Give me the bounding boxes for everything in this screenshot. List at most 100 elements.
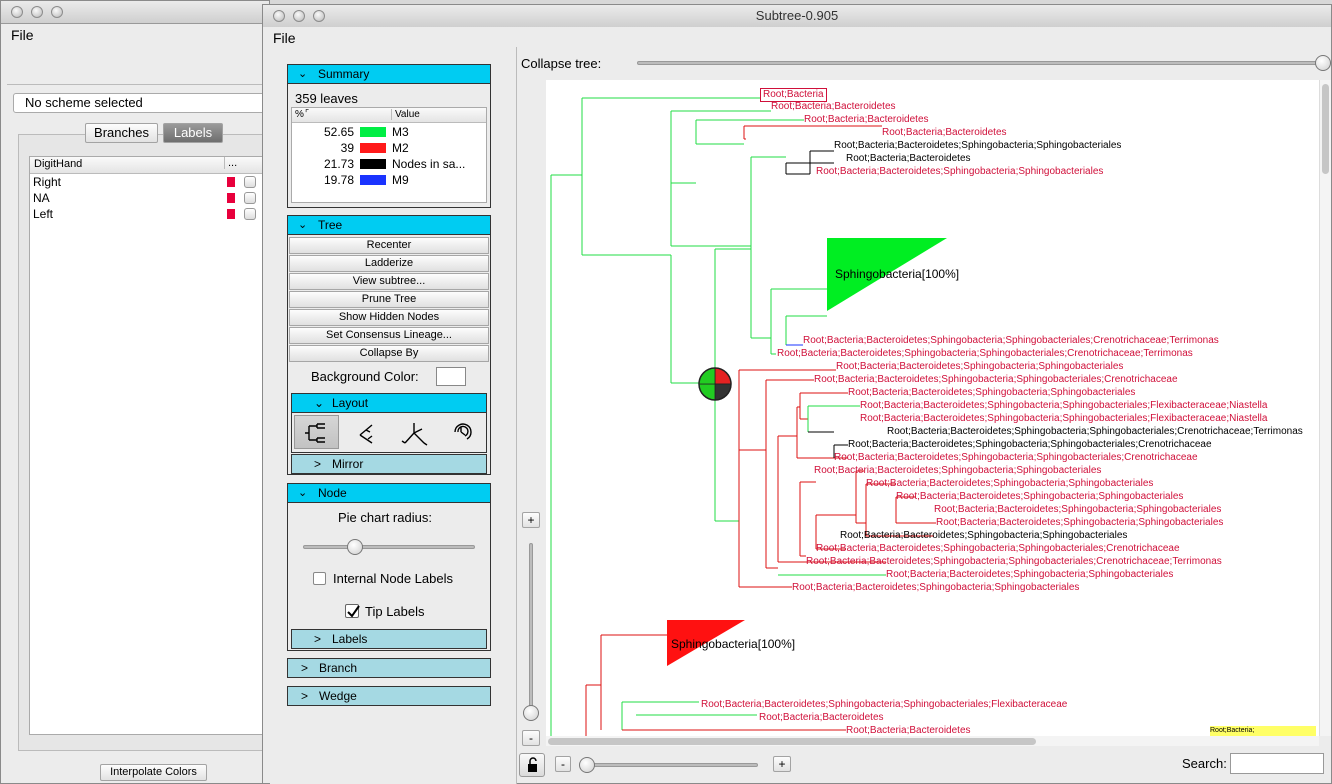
tip-label[interactable]: Root;Bacteria;Bacteroidetes;Sphingobacte… bbox=[816, 543, 1180, 555]
tip-label[interactable]: Root;Bacteria bbox=[760, 88, 827, 102]
row-toggle-button[interactable] bbox=[244, 176, 256, 188]
tip-label[interactable]: Root;Bacteria;Bacteroidetes;Sphingobacte… bbox=[887, 426, 1303, 438]
collapse-tree-track[interactable] bbox=[637, 61, 1327, 65]
tree-header[interactable]: ⌄ Tree bbox=[287, 215, 491, 235]
vertical-scrollbar[interactable] bbox=[1319, 80, 1331, 736]
tip-label[interactable]: Root;Bacteria;Bacteroidetes bbox=[759, 712, 884, 724]
table-header-digit-hand[interactable]: DigitHand bbox=[34, 158, 82, 170]
horizontal-scrollbar[interactable] bbox=[546, 736, 1319, 746]
vertical-zoom-track[interactable] bbox=[529, 543, 533, 713]
tip-label[interactable]: Root;Bacteria;Bacteroidetes;Sphingobacte… bbox=[936, 517, 1223, 529]
show-hidden-nodes-button[interactable]: Show Hidden Nodes bbox=[289, 309, 489, 326]
tab-labels[interactable]: Labels bbox=[163, 123, 223, 143]
zoom-track[interactable] bbox=[582, 763, 758, 767]
branch-header[interactable]: > Branch bbox=[287, 658, 491, 678]
tab-branches[interactable]: Branches bbox=[85, 123, 158, 143]
tip-label[interactable]: Root;Bacteria;Bacteroidetes;Sphingobacte… bbox=[840, 530, 1127, 542]
prune-tree-button[interactable]: Prune Tree bbox=[289, 291, 489, 308]
tip-label[interactable]: Root;Bacteria;Bacteroidetes;Sphingobacte… bbox=[866, 478, 1153, 490]
tip-labels-checkbox[interactable] bbox=[345, 604, 360, 618]
summary-pct: 39 bbox=[340, 141, 354, 155]
tip-label[interactable]: Root;Bacteria;Bacteroidetes;Sphingobacte… bbox=[701, 699, 1067, 711]
lock-button[interactable] bbox=[519, 753, 545, 777]
tip-label[interactable]: Root;Bacteria;Bacteroidetes bbox=[771, 101, 896, 113]
tip-label[interactable]: Root;Bacteria;Bacteroidetes bbox=[804, 114, 929, 126]
tip-label[interactable]: Root;Bacteria;Bacteroidetes bbox=[882, 127, 1007, 139]
tip-label[interactable]: Root;Bacteria;Bacteroidetes;Sphingobacte… bbox=[848, 439, 1212, 451]
labels-header[interactable]: > Labels bbox=[291, 629, 487, 649]
horizontal-scroll-thumb[interactable] bbox=[548, 738, 1036, 745]
slanted-layout-icon[interactable] bbox=[344, 415, 389, 449]
menu-file[interactable]: File bbox=[11, 27, 34, 43]
ladderize-button[interactable]: Ladderize bbox=[289, 255, 489, 272]
tip-label[interactable]: Root;Bacteria;Bacteroidetes;Sphingobacte… bbox=[806, 556, 1222, 568]
tip-label[interactable]: Root;Bacteria;Bacteroidetes;Sphingobacte… bbox=[896, 491, 1183, 503]
mirror-header[interactable]: > Mirror bbox=[291, 454, 487, 474]
tip-label[interactable]: Root;Bacteria;Bacteroidetes bbox=[846, 153, 971, 165]
set-consensus-lineage-button[interactable]: Set Consensus Lineage... bbox=[289, 327, 489, 344]
table-row-label: NA bbox=[33, 191, 50, 205]
rectangular-layout-icon[interactable] bbox=[294, 415, 339, 449]
row-color-swatch[interactable] bbox=[227, 193, 235, 203]
close-window-icon[interactable] bbox=[273, 10, 285, 22]
row-toggle-button[interactable] bbox=[244, 192, 256, 204]
sort-icon: ⌜ bbox=[305, 108, 310, 118]
leaves-count: 359 leaves bbox=[295, 91, 358, 106]
tip-label[interactable]: Root;Bacteria;Bacteroidetes;Sphingobacte… bbox=[834, 452, 1198, 464]
pie-chart-radius-track[interactable] bbox=[303, 545, 475, 549]
col-pct[interactable]: % bbox=[295, 109, 304, 120]
interpolate-colors-button[interactable]: Interpolate Colors bbox=[100, 764, 207, 781]
internal-node-labels-checkbox[interactable] bbox=[313, 572, 326, 585]
layout-header[interactable]: ⌄ Layout bbox=[291, 393, 487, 413]
vertical-zoom-knob[interactable] bbox=[523, 705, 539, 721]
background-color-swatch[interactable] bbox=[436, 367, 466, 386]
zoom-knob[interactable] bbox=[579, 757, 595, 773]
tip-label[interactable]: Root;Bacteria;Bacteroidetes;Sphingobacte… bbox=[860, 413, 1267, 425]
tip-label[interactable]: Root;Bacteria;Bacteroidetes;Sphingobacte… bbox=[860, 400, 1267, 412]
zoom-window-icon[interactable] bbox=[313, 10, 325, 22]
tip-label[interactable]: Root;Bacteria;Bacteroidetes;Sphingobacte… bbox=[814, 465, 1101, 477]
minimize-window-icon[interactable] bbox=[293, 10, 305, 22]
menu-file[interactable]: File bbox=[273, 30, 296, 46]
tip-label[interactable]: Root;Bacteria;Bacteroidetes bbox=[846, 725, 971, 736]
tree-canvas[interactable]: Root;Bacteria Root;Bacteria;Bacteroidetes… bbox=[546, 80, 1319, 736]
tip-label[interactable]: Root;Bacteria;Bacteroidetes;Sphingobacte… bbox=[792, 582, 1079, 594]
row-color-swatch[interactable] bbox=[227, 177, 235, 187]
tip-label[interactable]: Root;Bacteria;Bacteroidetes;Sphingobacte… bbox=[934, 504, 1221, 516]
tip-label[interactable]: Root;Bacteria;Bacteroidetes;Sphingobacte… bbox=[803, 335, 1219, 347]
tip-label[interactable]: Root;Bacteria;Bacteroidetes;Sphingobacte… bbox=[834, 140, 1121, 152]
pie-chart-radius-knob[interactable] bbox=[346, 539, 363, 555]
back-menubar: File bbox=[1, 24, 269, 46]
tip-label[interactable]: Root;Bacteria;Bacteroidetes;Sphingobacte… bbox=[848, 387, 1135, 399]
tip-label[interactable]: Root;Bacteria;Bacteroidetes;Sphingobacte… bbox=[886, 569, 1173, 581]
tip-label[interactable]: Root;Bacteria;Bacteroidetes;Sphingobacte… bbox=[816, 166, 1103, 178]
tip-label[interactable]: Root;Bacteria;Bacteroidetes;Sphingobacte… bbox=[836, 361, 1123, 373]
wedge-header[interactable]: > Wedge bbox=[287, 686, 491, 706]
vertical-zoom-in-button[interactable]: + bbox=[522, 512, 540, 528]
tip-label[interactable]: Root;Bacteria;Bacteroidetes;Sphingobacte… bbox=[814, 374, 1178, 386]
vertical-zoom-out-button[interactable]: - bbox=[522, 730, 540, 746]
chevron-right-icon: > bbox=[301, 661, 309, 675]
search-input[interactable] bbox=[1230, 753, 1324, 774]
recenter-button[interactable]: Recenter bbox=[289, 237, 489, 254]
tip-label[interactable]: Root;Bacteria;Bacteroidetes;Sphingobacte… bbox=[777, 348, 1193, 360]
minimize-window-icon[interactable] bbox=[31, 6, 43, 18]
collapse-by-button[interactable]: Collapse By bbox=[289, 345, 489, 362]
collapse-tree-knob[interactable] bbox=[1315, 55, 1331, 71]
summary-value: M2 bbox=[392, 141, 409, 155]
row-toggle-button[interactable] bbox=[244, 208, 256, 220]
row-color-swatch[interactable] bbox=[227, 209, 235, 219]
table-header-more[interactable]: ... bbox=[224, 157, 237, 169]
circular-layout-icon[interactable] bbox=[440, 415, 485, 449]
node-header[interactable]: ⌄ Node bbox=[287, 483, 491, 503]
summary-header[interactable]: ⌄ Summary bbox=[287, 64, 491, 84]
zoom-in-button[interactable]: + bbox=[773, 756, 791, 772]
vertical-scroll-thumb[interactable] bbox=[1322, 84, 1329, 174]
col-value[interactable]: Value bbox=[391, 109, 420, 120]
radial-layout-icon[interactable] bbox=[392, 415, 437, 449]
zoom-out-button[interactable]: - bbox=[555, 756, 571, 772]
close-window-icon[interactable] bbox=[11, 6, 23, 18]
zoom-window-icon[interactable] bbox=[51, 6, 63, 18]
view-subtree-button[interactable]: View subtree... bbox=[289, 273, 489, 290]
scheme-select[interactable]: No scheme selected bbox=[13, 93, 271, 113]
